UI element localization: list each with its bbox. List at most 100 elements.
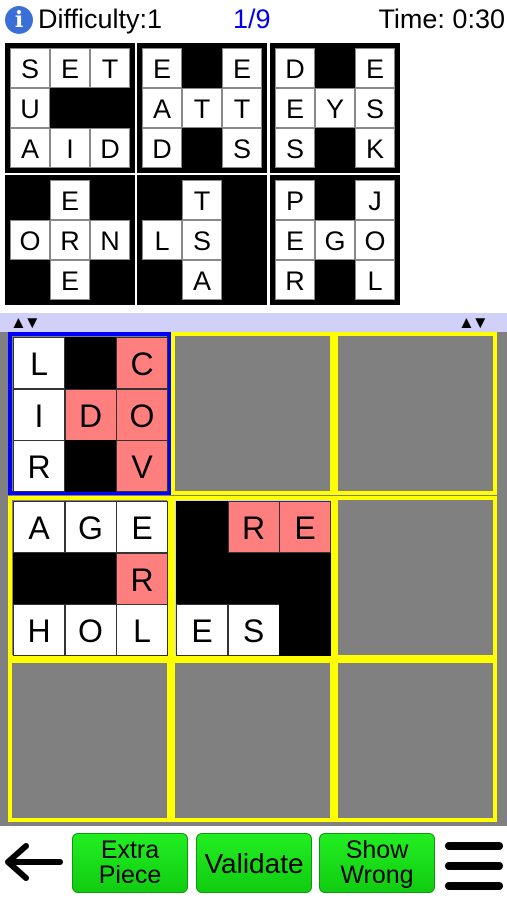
block-cell: [279, 604, 331, 656]
letter-cell: G: [315, 220, 355, 260]
block-cell: [315, 48, 355, 88]
show-wrong-label-1: Show: [345, 836, 409, 864]
letter-cell: I: [13, 388, 65, 441]
board-slot[interactable]: [334, 496, 497, 659]
letter-cell: H: [13, 604, 65, 656]
show-wrong-button[interactable]: Show Wrong: [319, 833, 435, 893]
board: LCIDORVAGERHOLREES: [0, 332, 507, 826]
board-slot[interactable]: [334, 332, 497, 495]
wrong-letter-cell: D: [64, 388, 117, 441]
block-cell: [315, 128, 355, 168]
letter-cell: L: [355, 260, 395, 300]
letter-cell: L: [13, 337, 65, 389]
letter-cell: K: [355, 128, 395, 168]
letter-cell: S: [227, 604, 280, 656]
block-cell: [279, 552, 331, 605]
letter-cell: D: [142, 128, 182, 168]
info-icon[interactable]: i: [5, 6, 33, 34]
letter-cell: T: [182, 180, 222, 220]
letter-cell: P: [275, 180, 315, 220]
board-slot[interactable]: AGERHOL: [8, 496, 171, 659]
letter-cell: O: [10, 220, 50, 260]
letter-cell: S: [182, 220, 222, 260]
letter-cell: E: [50, 180, 90, 220]
extra-piece-label-2: Piece: [98, 861, 162, 889]
placed-piece[interactable]: LCIDORV: [12, 336, 168, 492]
tray-piece[interactable]: EEATTDS: [137, 43, 267, 173]
tray-piece[interactable]: TLSA: [137, 175, 267, 305]
placed-piece[interactable]: REES: [175, 500, 331, 656]
board-slot[interactable]: [8, 659, 171, 822]
puzzle-progress[interactable]: 1/9: [233, 4, 271, 35]
letter-cell: U: [10, 88, 50, 128]
block-cell: [10, 180, 50, 220]
block-cell: [142, 180, 182, 220]
letter-cell: L: [116, 604, 168, 656]
block-cell: [182, 48, 222, 88]
block-cell: [50, 88, 90, 128]
block-cell: [90, 180, 130, 220]
letter-cell: R: [275, 260, 315, 300]
block-cell: [182, 128, 222, 168]
validate-button[interactable]: Validate: [196, 833, 312, 893]
tray-piece[interactable]: SETUAID: [5, 43, 135, 173]
block-cell: [176, 501, 228, 553]
letter-cell: E: [50, 260, 90, 300]
arrow-left-icon[interactable]: [2, 840, 64, 884]
letter-cell: R: [13, 440, 65, 492]
letter-cell: A: [10, 128, 50, 168]
tray-piece[interactable]: EORNE: [5, 175, 135, 305]
wrong-letter-cell: E: [279, 501, 331, 553]
letter-cell: T: [90, 48, 130, 88]
letter-cell: S: [222, 128, 262, 168]
block-cell: [10, 260, 50, 300]
letter-cell: S: [355, 88, 395, 128]
wrong-letter-cell: C: [116, 337, 168, 389]
tray-piece[interactable]: DEEYSSK: [270, 43, 400, 173]
extra-piece-button[interactable]: Extra Piece: [72, 833, 188, 893]
wrong-letter-cell: V: [116, 440, 168, 492]
bottom-toolbar: Extra Piece Validate Show Wrong: [0, 826, 507, 900]
tray-piece[interactable]: PJEGORL: [270, 175, 400, 305]
placed-piece[interactable]: AGERHOL: [12, 500, 168, 656]
scroll-up-down-right-icon[interactable]: ▲▼: [458, 313, 489, 332]
letter-cell: E: [222, 48, 262, 88]
letter-cell: G: [64, 501, 117, 553]
board-slot[interactable]: REES: [171, 496, 334, 659]
letter-cell: E: [142, 48, 182, 88]
letter-cell: A: [142, 88, 182, 128]
letter-cell: E: [50, 48, 90, 88]
letter-cell: Y: [315, 88, 355, 128]
block-cell: [90, 88, 130, 128]
letter-cell: R: [50, 220, 90, 260]
wrong-letter-cell: R: [116, 552, 168, 605]
letter-cell: L: [142, 220, 182, 260]
board-slot[interactable]: [171, 332, 334, 495]
board-slot[interactable]: LCIDORV: [8, 332, 171, 495]
board-slot[interactable]: [334, 659, 497, 822]
block-cell: [176, 552, 228, 605]
letter-cell: D: [275, 48, 315, 88]
top-bar: i Difficulty:1 1/9 Time: 0:30: [0, 0, 507, 40]
block-cell: [222, 260, 262, 300]
letter-cell: N: [90, 220, 130, 260]
letter-cell: E: [275, 88, 315, 128]
letter-cell: A: [13, 501, 65, 553]
show-wrong-label-2: Wrong: [340, 861, 414, 889]
scroll-strip[interactable]: [0, 313, 507, 332]
letter-cell: E: [176, 604, 228, 656]
block-cell: [13, 552, 65, 605]
extra-piece-label-1: Extra: [100, 836, 160, 864]
block-cell: [222, 220, 262, 260]
letter-cell: A: [182, 260, 222, 300]
difficulty-label: Difficulty:1: [38, 4, 163, 34]
wrong-letter-cell: O: [116, 388, 168, 441]
wrong-letter-cell: R: [227, 501, 280, 553]
block-cell: [222, 180, 262, 220]
scroll-up-down-left-icon[interactable]: ▲▼: [10, 313, 41, 332]
hamburger-menu-icon[interactable]: [445, 840, 503, 890]
letter-cell: T: [222, 88, 262, 128]
board-slot[interactable]: [171, 659, 334, 822]
letter-cell: O: [64, 604, 117, 656]
block-cell: [64, 337, 117, 389]
